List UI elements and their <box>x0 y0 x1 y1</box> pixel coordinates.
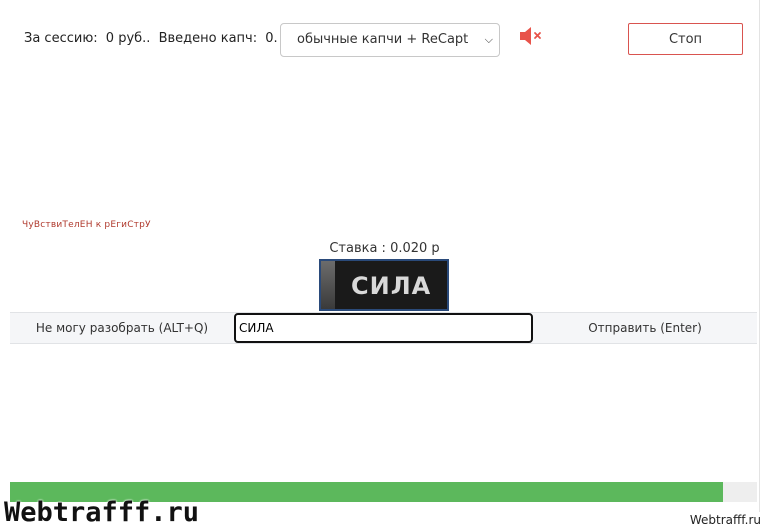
session-earnings-label: За сессию: <box>24 31 98 46</box>
captcha-image: СИЛА <box>319 259 449 311</box>
mute-toggle[interactable] <box>518 25 546 47</box>
case-sensitive-note: ЧуВствиТелЕН к рЕгиСтрУ <box>22 220 151 230</box>
speaker-muted-icon <box>520 27 541 45</box>
cant-solve-button[interactable]: Не могу разобрать (ALT+Q) <box>10 313 234 343</box>
submit-button[interactable]: Отправить (Enter) <box>533 313 757 343</box>
stop-button[interactable]: Стоп <box>628 23 743 55</box>
captcha-mode-select[interactable]: обычные капчи + ReCapt ⌵ <box>280 23 500 57</box>
session-earnings-value: 0 руб.. <box>105 31 151 46</box>
answer-row: Не могу разобрать (ALT+Q) Отправить (Ent… <box>10 312 757 344</box>
watermark-right: Webtrafff.ru <box>689 513 761 527</box>
captchas-entered-label: Введено капч: <box>158 31 258 46</box>
captchas-entered-value: 0. <box>265 31 278 46</box>
captcha-answer-input[interactable] <box>234 313 533 343</box>
captcha-word: СИЛА <box>351 272 432 300</box>
session-stats: За сессию: 0 руб.. Введено капч: 0. <box>24 31 282 46</box>
captcha-mode-selected: обычные капчи + ReCapt <box>297 32 469 47</box>
captcha-noise-strip <box>321 261 335 309</box>
app-frame <box>0 0 760 512</box>
watermark-left: Webtrafff.ru <box>4 497 200 528</box>
chevron-down-icon: ⌵ <box>484 33 493 46</box>
rate-label: Ставка : 0.020 р <box>329 241 440 256</box>
